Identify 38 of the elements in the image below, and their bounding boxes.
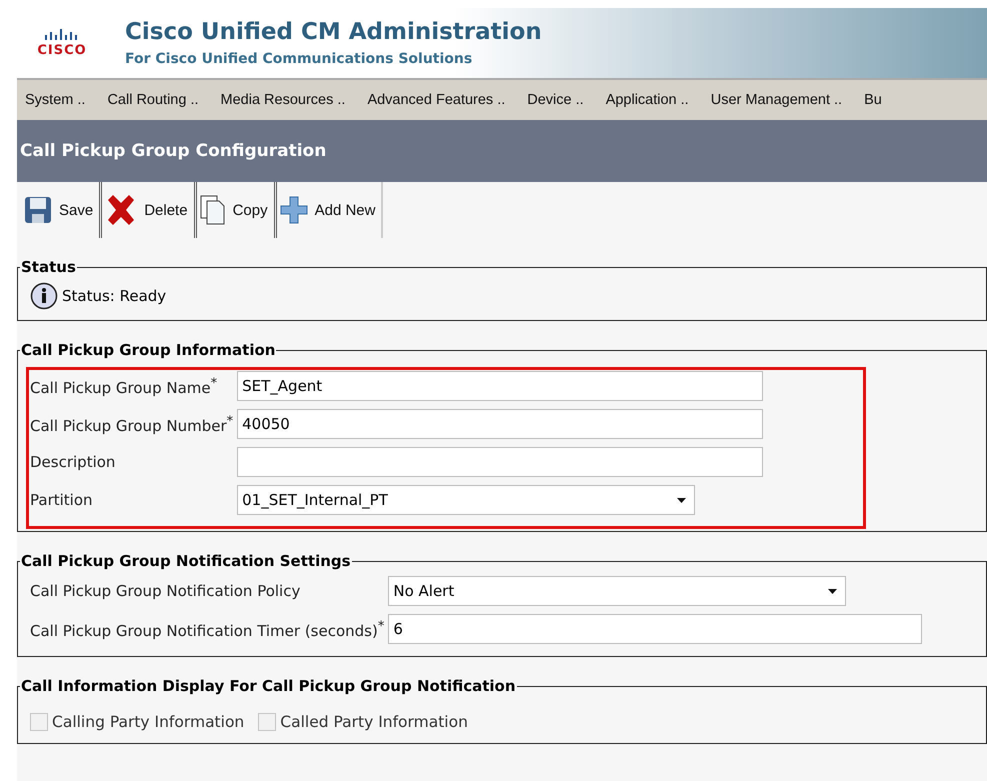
text-field[interactable]: 6 bbox=[388, 614, 922, 644]
bars-icon bbox=[44, 28, 80, 42]
text-field[interactable]: SET_Agent bbox=[237, 371, 764, 401]
caret-icon bbox=[677, 498, 686, 502]
dropdown[interactable]: No Alert bbox=[388, 576, 846, 606]
page-title: Call Pickup Group Configuration bbox=[20, 141, 326, 161]
field-label: Call Pickup Group Name$^{*}$ bbox=[30, 376, 218, 396]
section-legend: Call Pickup Group Information bbox=[20, 341, 276, 359]
text-field[interactable]: 40050 bbox=[237, 409, 764, 439]
menu-item[interactable]: Media Resources .. bbox=[212, 92, 360, 108]
section-legend: Status bbox=[20, 258, 77, 276]
toolbar-button[interactable]: Add New bbox=[276, 182, 384, 238]
copy-icon bbox=[198, 194, 227, 226]
section-legend: Call Pickup Group Notification Settings bbox=[20, 552, 352, 570]
dropdown[interactable]: 01_SET_Internal_PT bbox=[237, 485, 696, 515]
field-label: Call Pickup Group Notification Timer (seconds)$^{*}$ bbox=[30, 618, 384, 640]
field-label: Call Pickup Group Notification Policy bbox=[30, 582, 302, 600]
status-message: Status: Ready bbox=[62, 287, 166, 305]
app-subtitle: For Cisco Unified Communications Solutions bbox=[125, 51, 474, 67]
section-legend: Call Information Display For Call Pickup Group Notification bbox=[20, 677, 517, 695]
plus-icon bbox=[278, 195, 309, 225]
field-label: Description bbox=[30, 453, 116, 471]
toolbar-button[interactable]: Save bbox=[21, 182, 102, 238]
info-icon bbox=[30, 282, 58, 310]
toolbar-button[interactable]: Delete bbox=[102, 182, 197, 238]
menu-item[interactable]: Device .. bbox=[519, 92, 598, 108]
field-label: Call Pickup Group Number$^{*}$ bbox=[30, 414, 234, 434]
menu-item[interactable]: User Management .. bbox=[702, 92, 856, 108]
menu-item[interactable]: Bu bbox=[856, 92, 896, 108]
menu-item[interactable]: Advanced Features .. bbox=[359, 92, 520, 108]
menu-item[interactable]: Call Routing .. bbox=[99, 92, 213, 108]
menu-item[interactable]: Application .. bbox=[598, 92, 703, 108]
text-field[interactable] bbox=[237, 447, 764, 477]
app-title: Cisco Unified CM Administration bbox=[125, 19, 542, 45]
field-label: Partition bbox=[30, 491, 94, 509]
caret-icon bbox=[828, 588, 838, 594]
toolbar-button[interactable]: Copy bbox=[196, 182, 277, 238]
menu-item[interactable]: System .. bbox=[17, 92, 100, 108]
